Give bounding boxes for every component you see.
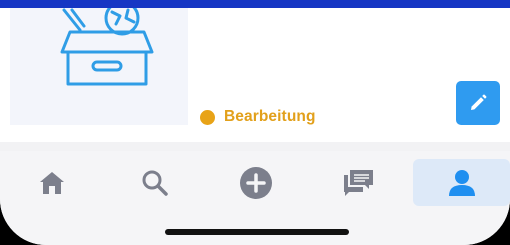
home-indicator[interactable] — [165, 229, 349, 235]
status-label: Bearbeitung — [224, 108, 316, 125]
status-dot — [200, 109, 215, 125]
toy-box-illustration-icon — [60, 8, 154, 86]
section-divider — [0, 142, 510, 151]
top-accent-bar — [0, 0, 510, 8]
tab-home[interactable] — [24, 159, 80, 207]
app-screen: Bearbeitung — [0, 8, 510, 245]
messages-icon — [344, 170, 373, 196]
pencil-icon — [471, 94, 487, 110]
edit-button[interactable] — [456, 81, 500, 125]
tab-search[interactable] — [127, 159, 183, 207]
search-icon — [142, 170, 168, 196]
status-indicator: Bearbeitung — [200, 108, 316, 126]
profile-icon — [448, 169, 475, 196]
tab-messages[interactable] — [330, 159, 386, 207]
tab-add[interactable] — [228, 159, 284, 207]
item-card[interactable]: Bearbeitung — [0, 8, 510, 142]
item-thumbnail — [10, 8, 188, 125]
add-circle-icon — [240, 167, 272, 199]
tab-profile[interactable] — [413, 159, 510, 206]
home-icon — [40, 172, 64, 194]
